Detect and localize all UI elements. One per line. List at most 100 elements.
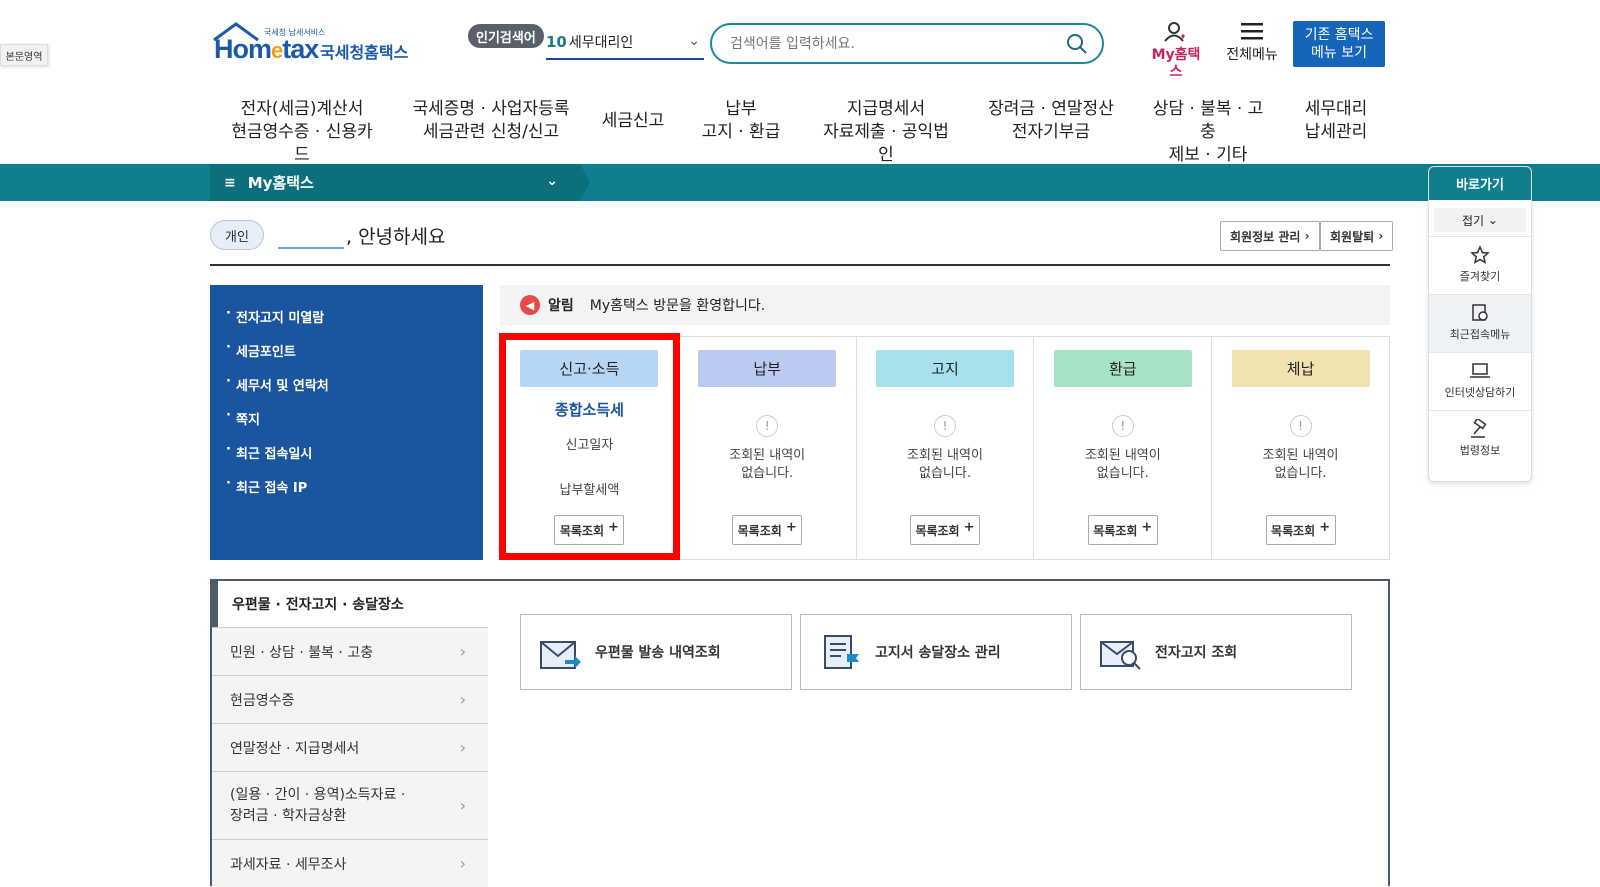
logo-name: 국세청홈택스 xyxy=(320,43,409,62)
megaphone-icon: ◀ xyxy=(520,295,540,315)
chevron-right-icon: › xyxy=(459,690,466,709)
document-flag-icon xyxy=(824,635,859,669)
gnb-item-payment[interactable]: 납부 고지 · 환급 xyxy=(700,98,782,144)
section-menu-item[interactable]: 연말정산 · 지급명세서 › xyxy=(212,723,488,771)
popular-search-select[interactable]: 10 세무대리인 ⌄ xyxy=(546,26,704,60)
empty-message: 조회된 내역이 없습니다. xyxy=(907,448,983,481)
search-input[interactable] xyxy=(730,35,1060,52)
laptop-icon xyxy=(1470,363,1490,378)
section-menu-item[interactable]: 민원 · 상담 · 불복 · 고충 › xyxy=(212,627,488,675)
old-hometax-menu-button[interactable]: 기존 홈택스 메뉴 보기 xyxy=(1293,21,1385,67)
left-menu-item[interactable]: 세무서 및 연락처 xyxy=(210,374,483,409)
card-header[interactable]: 환급 xyxy=(1053,350,1192,387)
plus-icon: + xyxy=(1319,519,1331,535)
left-menu-item[interactable]: 세금포인트 xyxy=(210,340,483,375)
section-menu-item[interactable]: (일용 · 간이 · 용역)소득자료 · 장려금 · 학자금상환 › xyxy=(212,771,488,839)
hometax-logo[interactable]: 국세청 납세서비스 Hometax 국세청홈택스 xyxy=(212,22,412,72)
gnb-item-payment-statement[interactable]: 지급명세서 자료제출 · 공익법인 xyxy=(816,98,956,167)
all-menu-button[interactable]: 전체메뉴 xyxy=(1222,22,1282,64)
user-name xyxy=(278,221,344,249)
empty-message: 조회된 내역이 없습니다. xyxy=(1084,448,1161,481)
popular-rank: 10 xyxy=(546,33,567,51)
delivery-address-tile[interactable]: 고지서 송달장소 관리 xyxy=(800,614,1072,690)
notice-label: 알림 xyxy=(548,298,574,314)
hamburger-icon xyxy=(1241,23,1263,40)
star-icon xyxy=(1470,245,1490,265)
info-icon: ! xyxy=(1111,415,1134,437)
e-notice-tile[interactable]: 전자고지 조회 xyxy=(1080,614,1352,690)
plus-icon: + xyxy=(963,519,975,535)
popular-term: 세무대리인 xyxy=(568,35,634,51)
skip-to-content-link[interactable]: 본문영역 xyxy=(0,44,48,66)
card-header[interactable]: 고지 xyxy=(875,350,1014,387)
info-icon: ! xyxy=(756,415,779,437)
popular-search-tag: 인기검색어 xyxy=(468,24,544,48)
section-menu-item[interactable]: 현금영수증 › xyxy=(212,675,488,723)
member-info-button[interactable]: 회원정보 관리 › xyxy=(1220,221,1320,251)
list-view-button[interactable]: 목록조회 + xyxy=(732,515,803,545)
menu-lines-icon: ≡ xyxy=(224,174,236,191)
gnb-item-tax-agent[interactable]: 세무대리 납세관리 xyxy=(1300,98,1372,144)
gnb-item-certificate[interactable]: 국세증명 · 사업자등록 세금관련 신청/신고 xyxy=(412,98,570,144)
card-arrears: 체납 ! 조회된 내역이 없습니다. 목록조회 + xyxy=(1212,337,1389,559)
section-menu: 민원 · 상담 · 불복 · 고충 › 현금영수증 › 연말정산 · 지급명세서 › … xyxy=(212,627,488,887)
global-nav: 전자(세금)계산서 현금영수증 · 신용카드 국세증명 · 사업자등록 세금관련 신… xyxy=(0,98,1600,165)
sub-nav-title: My홈택스 xyxy=(247,174,314,192)
card-refund: 환급 ! 조회된 내역이 없습니다. 목록조회 + xyxy=(1034,337,1213,559)
chevron-down-icon: ⌄ xyxy=(688,33,700,49)
mail-history-tile[interactable]: 우편물 발송 내역조회 xyxy=(520,614,792,690)
withdraw-button[interactable]: 회원탈퇴 › xyxy=(1320,221,1394,251)
gavel-icon xyxy=(1471,417,1487,438)
greeting: 개인 , 안녕하세요 xyxy=(210,220,445,250)
list-view-button[interactable]: 목록조회 + xyxy=(909,515,980,545)
quick-law-info[interactable]: 법령정보 xyxy=(1429,410,1531,468)
empty-message: 조회된 내역이 없습니다. xyxy=(729,448,806,481)
plus-icon: + xyxy=(785,519,797,535)
gnb-item-tax-filing[interactable]: 세금신고 xyxy=(600,110,666,133)
user-icon xyxy=(1164,22,1185,42)
myhometax-dropdown[interactable]: ≡ My홈택스 ⌄ xyxy=(210,164,580,201)
quick-internet-consult[interactable]: 인터넷상담하기 xyxy=(1429,352,1531,410)
chevron-right-icon: › xyxy=(459,854,466,873)
card-header[interactable]: 납부 xyxy=(698,350,837,387)
mail-notice-section: 우편물 · 전자고지 · 송달장소 민원 · 상담 · 불복 · 고충 › 현금영… xyxy=(210,579,1390,887)
breadcrumb-arrow xyxy=(580,164,590,200)
section-title: 우편물 · 전자고지 · 송달장소 xyxy=(212,581,488,627)
card-notice: 고지 ! 조회된 내역이 없습니다. 목록조회 + xyxy=(857,337,1035,559)
quick-links-title: 바로가기 xyxy=(1429,167,1531,200)
highlight-box xyxy=(499,333,680,560)
plus-icon: + xyxy=(1141,519,1153,535)
left-menu-item[interactable]: 전자고지 미열람 xyxy=(210,306,483,341)
left-menu-item: 최근 접속 IP xyxy=(210,476,483,511)
myhometax-button[interactable]: My홈택스 xyxy=(1148,22,1204,81)
chevron-right-icon: › xyxy=(459,642,466,661)
list-view-button[interactable]: 목록조회 + xyxy=(1087,515,1158,545)
empty-message: 조회된 내역이 없습니다. xyxy=(1262,448,1339,481)
card-payment: 납부 ! 조회된 내역이 없습니다. 목록조회 + xyxy=(679,337,857,559)
chevron-down-icon: ⌄ xyxy=(546,173,558,189)
gnb-item-einvoice[interactable]: 전자(세금)계산서 현금영수증 · 신용카드 xyxy=(228,98,376,167)
recent-doc-icon xyxy=(1472,304,1488,321)
gnb-item-incentive[interactable]: 장려금 · 연말정산 전자기부금 xyxy=(988,98,1114,144)
greeting-text: , 안녕하세요 xyxy=(346,225,446,248)
list-view-button[interactable]: 목록조회 + xyxy=(1265,515,1336,545)
quick-favorites[interactable]: 즐겨찾기 xyxy=(1429,236,1531,294)
card-header[interactable]: 체납 xyxy=(1231,350,1370,387)
left-menu-item: 최근 접속일시 xyxy=(210,442,483,477)
section-menu-item[interactable]: 과세자료 · 세무조사 › xyxy=(212,839,488,887)
chevron-right-icon: › xyxy=(459,796,466,815)
collapse-button[interactable]: 접기 ⌄ xyxy=(1434,208,1526,232)
gnb-item-consulting[interactable]: 상담 · 불복 · 고충 제보 · 기타 xyxy=(1146,98,1270,167)
chevron-right-icon: › xyxy=(459,738,466,757)
notice-text: My홈택스 방문을 환영합니다. xyxy=(589,298,766,314)
notice-bar: ◀ 알림 My홈택스 방문을 환영합니다. xyxy=(500,285,1390,325)
left-menu-item[interactable]: 쪽지 xyxy=(210,408,483,443)
myhometax-label: My홈택스 xyxy=(1151,47,1201,80)
quick-recent-menu[interactable]: 최근접속메뉴 xyxy=(1429,294,1531,352)
search-box[interactable] xyxy=(710,23,1104,64)
sub-nav-bar: ≡ My홈택스 ⌄ xyxy=(0,164,1600,201)
info-icon: ! xyxy=(1289,415,1312,437)
envelope-search-icon xyxy=(1100,641,1141,670)
info-icon: ! xyxy=(933,415,956,437)
search-icon[interactable] xyxy=(1066,33,1088,55)
